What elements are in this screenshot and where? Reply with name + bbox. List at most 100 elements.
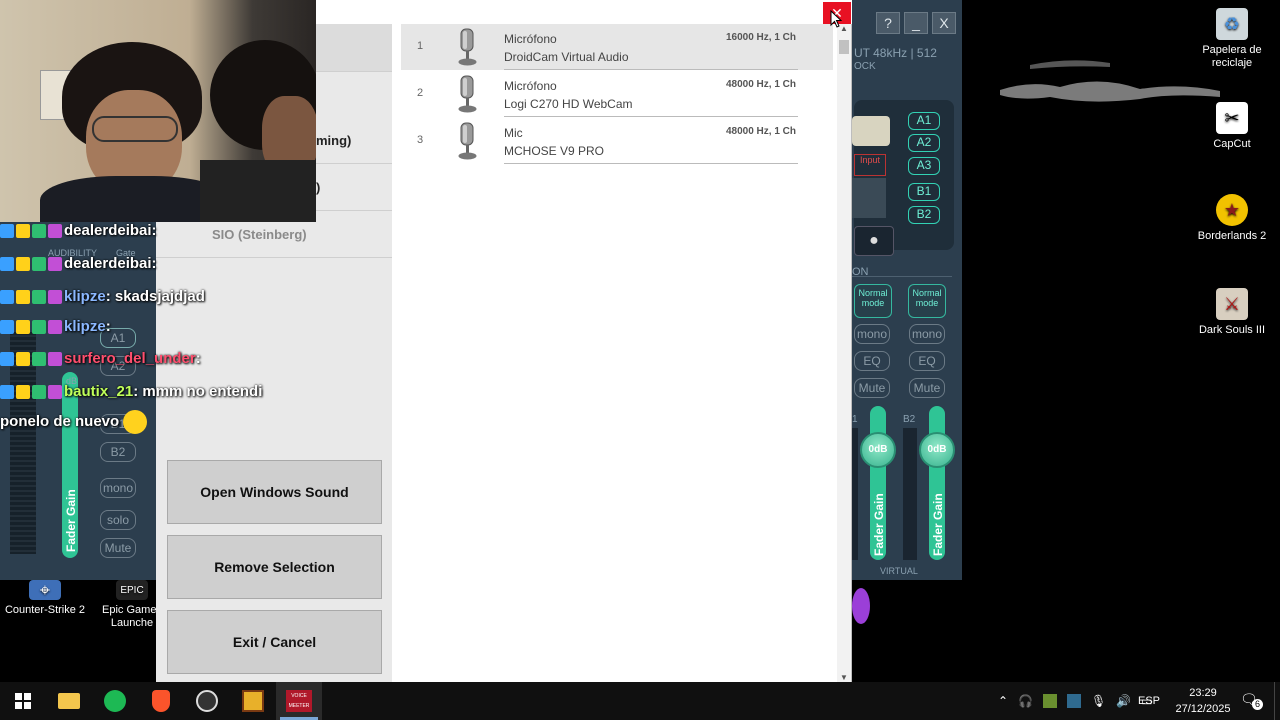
notifications-button[interactable]: 🗨 6	[1240, 691, 1263, 711]
device-row[interactable]: 2 Micrófono Logi C270 HD WebCam 48000 Hz…	[401, 71, 833, 117]
taskbar-voicemeeter[interactable]: VOICE MEETER	[276, 682, 322, 720]
chat-badge-icon	[0, 352, 14, 367]
chat-message: dealerdeibai:	[0, 255, 157, 272]
language-indicator[interactable]: ESP	[1138, 682, 1160, 720]
notification-count: 6	[1252, 699, 1263, 710]
chat-username: dealerdeibai	[64, 255, 152, 272]
strip-1-mode-button[interactable]: Normal mode	[854, 284, 892, 318]
microphone-icon	[458, 122, 477, 160]
show-desktop-button[interactable]	[1274, 682, 1280, 720]
tray-app-2-icon[interactable]	[1067, 694, 1082, 708]
device-index: 3	[417, 134, 424, 146]
device-spec: 16000 Hz, 1 Ch	[725, 32, 796, 43]
voicemeeter-minimize-button[interactable]: _	[904, 12, 928, 34]
spotify-icon	[104, 690, 126, 712]
desktop-icon-borderlands[interactable]: ★ Borderlands 2	[1187, 194, 1277, 243]
chat-badge-icon	[32, 385, 46, 400]
strip-2-meter	[903, 428, 917, 560]
chat-message: bautix_21: mmm no entendi	[0, 383, 262, 400]
strip-1-mono-button[interactable]: mono	[854, 324, 890, 344]
tray-app-icon[interactable]	[1043, 694, 1058, 708]
voicemeeter-display	[852, 116, 890, 146]
voicemeeter-help-button[interactable]: ?	[876, 12, 900, 34]
chevron-up-icon[interactable]: ⌃	[998, 694, 1008, 708]
exit-cancel-button[interactable]: Exit / Cancel	[167, 610, 382, 674]
counter-strike-icon: ⌖	[29, 580, 61, 600]
brave-icon	[152, 690, 170, 712]
strip-2-fader-knob[interactable]: 0dB	[919, 432, 955, 468]
clock[interactable]: 23:29 27/12/2025	[1168, 685, 1238, 717]
desktop-icon-label: Counter-Strike 2	[4, 604, 86, 616]
device-row[interactable]: 3 Mic MCHOSE V9 PRO 48000 Hz, 1 Ch	[401, 118, 833, 164]
left-strip-mute-button[interactable]: Mute	[100, 538, 136, 558]
left-strip-solo-button[interactable]: solo	[100, 510, 136, 530]
desktop-icon-dark-souls[interactable]: ⚔ Dark Souls III	[1187, 288, 1277, 337]
strip-1-fader-knob[interactable]: 0dB	[860, 432, 896, 468]
voicemeeter-sub-text: OCK	[854, 61, 876, 72]
scrollbar[interactable]: ▲ ▼	[837, 24, 851, 682]
volume-icon[interactable]: 🔊	[1116, 694, 1131, 708]
desktop-icon-epic-games[interactable]: EPIC Epic Games Launche	[100, 580, 164, 630]
recycle-bin-icon: ♻	[1216, 8, 1248, 40]
chat-badge-icon	[32, 352, 46, 367]
chat-message: dealerdeibai:	[0, 222, 157, 239]
start-button[interactable]	[0, 682, 46, 720]
taskbar-file-explorer[interactable]	[46, 682, 92, 720]
desktop-icon-capcut[interactable]: ✂ CapCut	[1187, 102, 1277, 151]
left-strip-mono-button[interactable]: mono	[100, 478, 136, 498]
bus-button-a2[interactable]: A2	[908, 134, 940, 152]
voicemeeter-record-button[interactable]: ●	[854, 226, 894, 256]
mouse-cursor-icon	[830, 10, 842, 28]
chat-username: klipze	[64, 318, 106, 335]
dialog-titlebar	[316, 0, 852, 24]
strip-2-mute-button[interactable]: Mute	[909, 378, 945, 398]
desktop-icon-recycle-bin[interactable]: ♻ Papelera de reciclaje	[1187, 8, 1277, 70]
bus-button-b1[interactable]: B1	[908, 183, 940, 201]
remove-selection-button[interactable]: Remove Selection	[167, 535, 382, 599]
chat-badge-icon	[16, 224, 30, 239]
taskbar-spotify[interactable]	[92, 682, 138, 720]
strip-2-mono-button[interactable]: mono	[909, 324, 945, 344]
voicemeeter-divider	[852, 276, 952, 277]
bus-button-a3[interactable]: A3	[908, 157, 940, 175]
device-row-divider	[504, 116, 798, 117]
voicemeeter-icon-label-top: VOICE	[291, 693, 307, 699]
taskbar-game[interactable]	[230, 682, 276, 720]
device-spec: 48000 Hz, 1 Ch	[725, 126, 796, 137]
strip-1-eq-button[interactable]: EQ	[854, 351, 890, 371]
chat-badge-icon	[32, 224, 46, 239]
voicemeeter-left-strip: Fader Gain A1 A2 B1 B2 mono solo Mute AU…	[0, 222, 156, 580]
taskbar: VOICE MEETER ⌃ 🎧 🎙 🔊 ▭ ESP 23:29 27/12/2…	[0, 682, 1280, 720]
chat-text: :	[105, 318, 111, 335]
capcut-icon: ✂	[1216, 102, 1248, 134]
epic-games-icon: EPIC	[116, 580, 148, 600]
microphone-icon[interactable]: 🎙	[1091, 694, 1106, 708]
scroll-down-icon[interactable]: ▼	[837, 673, 851, 682]
borderlands-icon: ★	[1216, 194, 1248, 226]
desktop-icon-counter-strike[interactable]: ⌖ Counter-Strike 2	[0, 580, 90, 617]
headset-icon[interactable]: 🎧	[1018, 694, 1033, 708]
device-row[interactable]: 1 Micrófono DroidCam Virtual Audio 16000…	[401, 24, 833, 70]
strip-2-mode-button[interactable]: Normal mode	[908, 284, 946, 318]
taskbar-obs[interactable]	[184, 682, 230, 720]
device-list-pane: 1 Micrófono DroidCam Virtual Audio 16000…	[392, 0, 852, 682]
bus-button-a1[interactable]: A1	[908, 112, 940, 130]
webcam-person-2-body	[200, 160, 316, 222]
voicemeeter-display-2	[852, 178, 886, 218]
device-row-divider	[504, 69, 798, 70]
device-name: MCHOSE V9 PRO	[504, 144, 605, 158]
strip-1-mute-button[interactable]: Mute	[854, 378, 890, 398]
device-index: 1	[417, 40, 424, 52]
scrollbar-thumb[interactable]	[839, 40, 849, 54]
bus-button-b2[interactable]: B2	[908, 206, 940, 224]
left-strip-b2-button[interactable]: B2	[100, 442, 136, 462]
strip-2-eq-button[interactable]: EQ	[909, 351, 945, 371]
taskbar-brave[interactable]	[138, 682, 184, 720]
chat-message: klipze: skadsjajdjad	[0, 288, 205, 305]
desktop-icon-label: CapCut	[1213, 138, 1251, 150]
voicemeeter-close-button[interactable]: X	[932, 12, 956, 34]
clock-time: 23:29	[1189, 687, 1217, 699]
open-windows-sound-button[interactable]: Open Windows Sound	[167, 460, 382, 524]
voicemeeter-virtual-label: VIRTUAL	[880, 566, 918, 576]
microphone-icon	[458, 28, 477, 66]
